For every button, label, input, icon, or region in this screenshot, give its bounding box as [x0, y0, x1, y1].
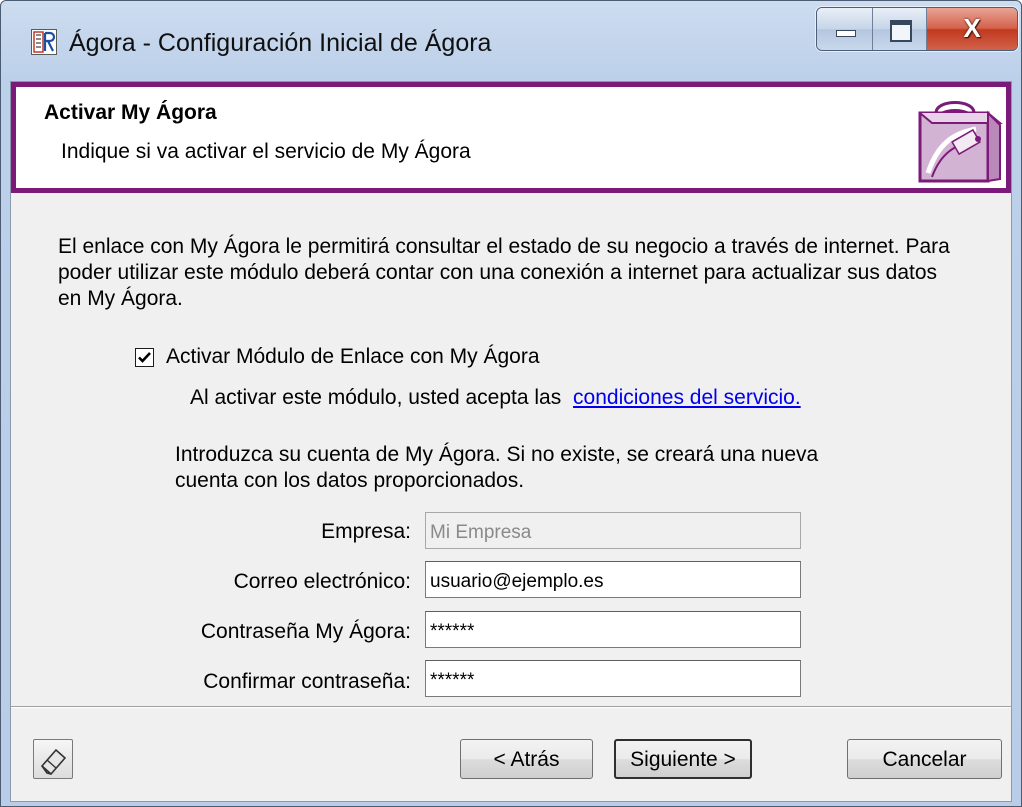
terms-notice: Al activar este módulo, usted acepta las… — [190, 386, 801, 410]
close-button[interactable]: X — [927, 8, 1017, 50]
activate-module-checkbox[interactable] — [135, 347, 154, 367]
maximize-button[interactable] — [873, 8, 927, 50]
terms-link[interactable]: condiciones del servicio. — [573, 386, 801, 409]
password-field[interactable] — [425, 611, 801, 648]
email-field[interactable] — [425, 561, 801, 598]
checkmark-icon — [138, 351, 151, 363]
window-title: Ágora - Configuración Inicial de Ágora — [69, 29, 492, 57]
activate-module-option[interactable]: Activar Módulo de Enlace con My Ágora — [135, 344, 540, 370]
page-title: Activar My Ágora — [44, 101, 217, 124]
empresa-field[interactable] — [425, 512, 801, 549]
back-button[interactable]: < Atrás — [460, 739, 593, 779]
app-logo-icon — [31, 29, 57, 55]
cancel-button[interactable]: Cancelar — [847, 739, 1002, 779]
shopping-bag-icon — [906, 91, 1004, 192]
email-label: Correo electrónico: — [233, 570, 411, 593]
footer-divider — [11, 706, 1011, 708]
setup-wizard-window: Ágora - Configuración Inicial de Ágora X… — [0, 0, 1022, 807]
wizard-client-area: Activar My Ágora Indique si va activar e… — [10, 81, 1012, 802]
eraser-icon — [40, 748, 67, 776]
next-button[interactable]: Siguiente > — [614, 739, 752, 779]
confirm-password-label: Confirmar contraseña: — [203, 670, 411, 693]
intro-text: El enlace con My Ágora le permitirá cons… — [58, 235, 950, 310]
page-subtitle: Indique si va activar el servicio de My … — [61, 140, 471, 163]
terms-notice-text: Al activar este módulo, usted acepta las — [190, 386, 562, 409]
minimize-button[interactable] — [817, 8, 873, 50]
window-controls: X — [816, 7, 1018, 51]
password-label: Contraseña My Ágora: — [200, 620, 411, 643]
empresa-label: Empresa: — [321, 520, 411, 543]
close-icon: X — [963, 13, 981, 43]
help-button[interactable] — [33, 739, 73, 779]
account-instructions: Introduzca su cuenta de My Ágora. Si no … — [175, 443, 819, 492]
wizard-header: Activar My Ágora Indique si va activar e… — [11, 82, 1011, 193]
activate-module-label[interactable]: Activar Módulo de Enlace con My Ágora — [166, 345, 540, 369]
title-bar[interactable]: Ágora - Configuración Inicial de Ágora X — [1, 1, 1021, 81]
confirm-password-field[interactable] — [425, 660, 801, 697]
